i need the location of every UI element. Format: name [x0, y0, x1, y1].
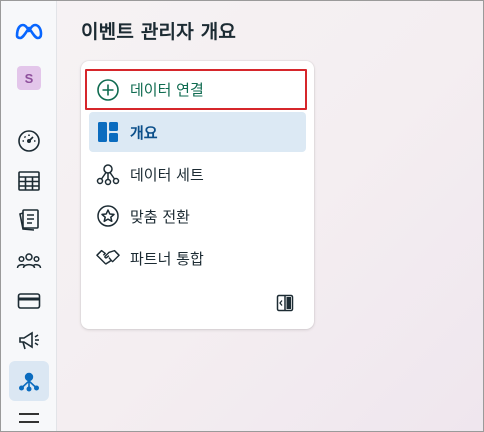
nav-item-label: 파트너 통합 — [130, 249, 204, 268]
page-title: 이벤트 관리자 개요 — [81, 21, 237, 43]
pages-icon[interactable] — [9, 200, 49, 240]
nav-item-overview[interactable]: 개요 — [89, 112, 306, 152]
nav-item-custom-conversions[interactable]: 맞춤 전환 — [89, 196, 306, 236]
connect-data-label: 데이터 연결 — [130, 81, 204, 99]
connect-data-button[interactable]: 데이터 연결 — [85, 69, 307, 110]
gauge-icon[interactable] — [9, 121, 49, 161]
dataset-nodes-icon — [96, 162, 120, 186]
people-icon[interactable] — [9, 241, 49, 281]
nav-item-label: 개요 — [130, 123, 158, 142]
account-avatar[interactable]: S — [17, 66, 41, 90]
add-circle-icon — [96, 78, 120, 102]
star-circle-icon — [96, 204, 120, 228]
collapse-panel-icon[interactable] — [275, 293, 295, 313]
nav-item-datasets[interactable]: 데이터 세트 — [89, 154, 306, 194]
handshake-icon — [96, 246, 120, 270]
left-rail: S — [1, 1, 57, 431]
network-icon[interactable] — [9, 361, 49, 401]
megaphone-icon[interactable] — [9, 321, 49, 361]
hamburger-icon[interactable] — [19, 413, 39, 429]
dashboard-layout-icon — [96, 120, 120, 144]
credit-card-icon[interactable] — [9, 281, 49, 321]
table-icon[interactable] — [9, 161, 49, 201]
nav-item-label: 맞춤 전환 — [130, 207, 190, 226]
meta-logo-icon[interactable] — [9, 11, 49, 51]
nav-item-partner-integrations[interactable]: 파트너 통합 — [89, 238, 306, 278]
nav-item-label: 데이터 세트 — [130, 165, 204, 184]
app-frame: S 이벤트 관리자 개요 데이터 연결 개요 데이터 세트 맞춤 전환 파트너 … — [0, 0, 484, 432]
events-nav-card: 데이터 연결 개요 데이터 세트 맞춤 전환 파트너 통합 — [81, 61, 314, 329]
